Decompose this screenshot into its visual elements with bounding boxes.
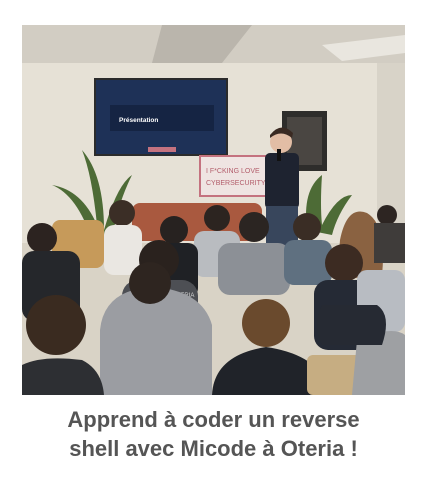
microphone bbox=[277, 149, 281, 161]
event-photo: Présentation I F*CKING LOVE CYBERSECURIT… bbox=[22, 25, 405, 395]
photo-illustration: Présentation I F*CKING LOVE CYBERSECURIT… bbox=[22, 25, 405, 395]
caption-line-1: Apprend à coder un reverse bbox=[67, 407, 360, 432]
sign-line-2: CYBERSECURITY bbox=[206, 180, 266, 187]
speaker-sweater bbox=[265, 153, 299, 209]
caption-line-2: shell avec Micode à Oteria ! bbox=[69, 436, 358, 461]
polaroid-frame: Présentation I F*CKING LOVE CYBERSECURIT… bbox=[0, 0, 427, 480]
screen-button bbox=[148, 147, 176, 152]
screen-title: Présentation bbox=[119, 117, 158, 124]
neon-sign bbox=[199, 155, 267, 197]
caption: Apprend à coder un reverse shell avec Mi… bbox=[0, 405, 427, 463]
sign-line-1: I F*CKING LOVE bbox=[206, 168, 260, 175]
